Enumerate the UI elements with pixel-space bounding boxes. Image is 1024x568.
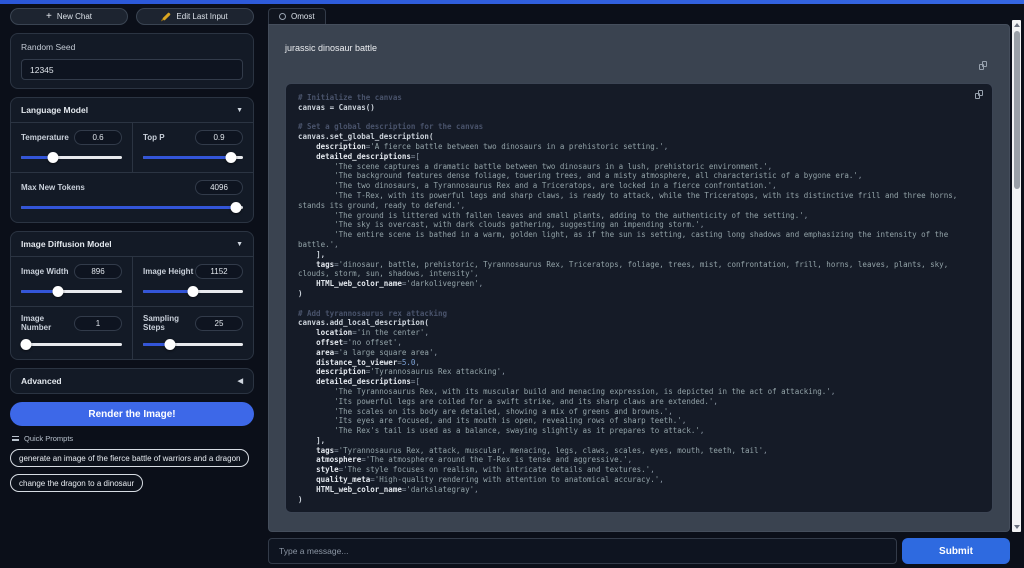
new-chat-label: New Chat (57, 12, 92, 21)
scroll-up-icon[interactable] (1014, 23, 1020, 27)
slider-thumb[interactable] (226, 152, 237, 163)
image-number-slider[interactable] (21, 338, 122, 350)
slider-thumb[interactable] (53, 286, 64, 297)
slider-thumb[interactable] (165, 339, 176, 350)
chevron-left-icon: ◀ (238, 377, 243, 385)
max-new-tokens-value-input[interactable] (195, 180, 243, 195)
image-diffusion-header[interactable]: Image Diffusion Model ▼ (11, 232, 253, 256)
code-block: # Initialize the canvascanvas = Canvas()… (285, 83, 993, 513)
tab-bar: Omost (268, 8, 1010, 24)
scroll-down-icon[interactable] (1014, 525, 1020, 529)
temperature-control: Temperature (11, 123, 132, 172)
temperature-slider[interactable] (21, 151, 122, 163)
code-content: # Initialize the canvascanvas = Canvas()… (298, 93, 980, 513)
quick-prompt-pill[interactable]: generate an image of the fierce battle o… (10, 449, 249, 467)
image-number-value-input[interactable] (74, 316, 122, 331)
chat-area: Omost jurassic dinosaur battle # Initial… (262, 4, 1024, 568)
advanced-header[interactable]: Advanced ◀ (11, 369, 253, 393)
top-p-control: Top P (132, 123, 253, 172)
chat-panel: jurassic dinosaur battle # Initialize th… (268, 24, 1010, 532)
slider-thumb[interactable] (21, 339, 32, 350)
chevron-down-icon: ▼ (236, 107, 243, 114)
slider-thumb[interactable] (231, 202, 242, 213)
image-height-slider[interactable] (143, 285, 243, 297)
image-height-control: Image Height (132, 257, 253, 307)
app-window: + New Chat Edit Last Input Random Seed L… (0, 0, 1024, 568)
tab-omost[interactable]: Omost (268, 8, 326, 24)
image-width-slider[interactable] (21, 285, 122, 297)
image-width-value-input[interactable] (74, 264, 122, 279)
top-p-slider[interactable] (143, 151, 243, 163)
image-diffusion-title: Image Diffusion Model (21, 239, 112, 249)
max-new-tokens-slider[interactable] (21, 201, 243, 213)
sampling-steps-slider[interactable] (143, 338, 243, 350)
image-height-value-input[interactable] (195, 264, 243, 279)
edit-last-input-button[interactable]: Edit Last Input (136, 8, 254, 25)
slider-thumb[interactable] (188, 286, 199, 297)
sampling-steps-control: Sampling Steps (132, 307, 253, 359)
quick-prompts-header: Quick Prompts (12, 434, 254, 443)
language-model-card: Language Model ▼ Temperature (10, 97, 254, 223)
sampling-steps-value-input[interactable] (195, 316, 243, 331)
sampling-steps-label: Sampling Steps (143, 314, 195, 332)
image-height-label: Image Height (143, 267, 193, 276)
user-message: jurassic dinosaur battle (285, 43, 993, 53)
image-diffusion-card: Image Diffusion Model ▼ Image Width (10, 231, 254, 360)
copy-message-icon[interactable] (979, 61, 987, 70)
menu-icon (12, 436, 19, 441)
advanced-title: Advanced (21, 376, 62, 386)
edit-last-input-label: Edit Last Input (176, 12, 227, 21)
random-seed-card: Random Seed (10, 33, 254, 89)
image-width-label: Image Width (21, 267, 68, 276)
advanced-card: Advanced ◀ (10, 368, 254, 394)
temperature-label: Temperature (21, 133, 69, 142)
quick-prompts-label: Quick Prompts (24, 434, 73, 443)
language-model-header[interactable]: Language Model ▼ (11, 98, 253, 122)
render-image-button[interactable]: Render the Image! (10, 402, 254, 426)
language-model-title: Language Model (21, 105, 88, 115)
copy-code-icon[interactable] (975, 90, 983, 99)
image-number-control: Image Number (11, 307, 132, 359)
chevron-down-icon: ▼ (236, 241, 243, 248)
composer: Submit (268, 538, 1010, 564)
image-width-control: Image Width (11, 257, 132, 307)
submit-button[interactable]: Submit (902, 538, 1010, 564)
top-p-value-input[interactable] (195, 130, 243, 145)
tab-omost-label: Omost (291, 12, 315, 21)
slider-thumb[interactable] (48, 152, 59, 163)
scrollbar-thumb[interactable] (1014, 31, 1020, 189)
image-number-label: Image Number (21, 314, 74, 332)
max-new-tokens-control: Max New Tokens (11, 172, 253, 222)
plus-icon: + (46, 13, 52, 21)
omost-tab-icon (279, 13, 286, 20)
message-input[interactable] (268, 538, 897, 564)
pencil-icon (163, 12, 171, 20)
top-p-label: Top P (143, 133, 165, 142)
quick-prompt-pill[interactable]: change the dragon to a dinosaur (10, 474, 143, 492)
new-chat-button[interactable]: + New Chat (10, 8, 128, 25)
random-seed-label: Random Seed (21, 42, 243, 52)
scrollbar[interactable] (1012, 20, 1021, 532)
max-new-tokens-label: Max New Tokens (21, 183, 85, 192)
sidebar: + New Chat Edit Last Input Random Seed L… (0, 4, 262, 568)
temperature-value-input[interactable] (74, 130, 122, 145)
random-seed-input[interactable] (21, 59, 243, 80)
top-accent-bar (0, 0, 1024, 4)
